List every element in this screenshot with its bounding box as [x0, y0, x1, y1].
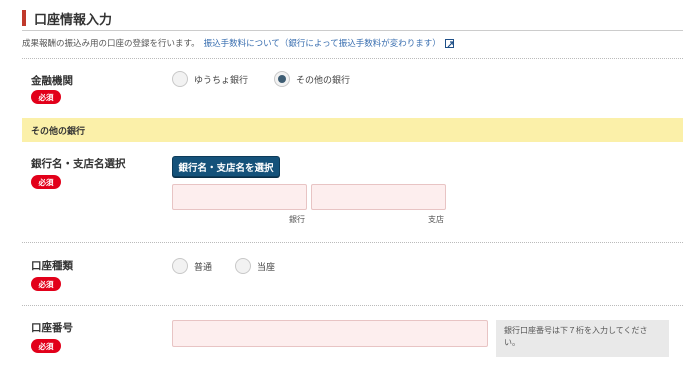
radio-checking[interactable]: 当座 — [235, 258, 275, 274]
required-badge: 必須 — [31, 90, 61, 104]
bank-name-field[interactable] — [172, 184, 307, 210]
account-number-label: 口座番号 — [31, 322, 73, 334]
branch-name-field[interactable] — [311, 184, 446, 210]
radio-ordinary[interactable]: 普通 — [172, 258, 212, 274]
required-badge: 必須 — [31, 339, 61, 353]
bank-sub-label: 銀行 — [289, 215, 305, 224]
title-divider — [22, 30, 683, 31]
select-bank-branch-button[interactable]: 銀行名・支店名を選択 — [172, 156, 280, 177]
external-link-icon[interactable] — [444, 38, 454, 48]
radio-circle-checked[interactable] — [274, 71, 290, 87]
description-text: 成果報酬の振込み用の口座の登録を行います。 — [22, 39, 200, 49]
band-title: その他の銀行 — [31, 126, 86, 137]
divider — [22, 242, 683, 243]
radio-label: その他の銀行 — [296, 75, 351, 86]
radio-label: 当座 — [257, 262, 276, 273]
divider — [22, 58, 683, 59]
radio-circle[interactable] — [235, 258, 251, 274]
account-number-hint: 銀行口座番号は下７桁を入力してください。 — [496, 320, 669, 357]
radio-circle[interactable] — [172, 258, 188, 274]
radio-other-bank[interactable]: その他の銀行 — [274, 71, 350, 87]
radio-label: 普通 — [194, 262, 213, 273]
divider — [22, 305, 683, 306]
section-description: 成果報酬の振込み用の口座の登録を行います。 振込手数料について（銀行によって振込… — [22, 37, 454, 49]
financial-institution-label: 金融機関 — [31, 75, 73, 87]
radio-yucho-bank[interactable]: ゆうちょ銀行 — [172, 71, 248, 87]
section-title: 口座情報入力 — [22, 8, 112, 28]
required-badge: 必須 — [31, 277, 61, 291]
radio-circle[interactable] — [172, 71, 188, 87]
title-accent-bar — [22, 10, 26, 26]
other-bank-band: その他の銀行 — [22, 118, 683, 142]
transfer-fee-link[interactable]: 振込手数料について（銀行によって振込手数料が変わります） — [204, 37, 441, 49]
account-number-field[interactable] — [172, 320, 488, 347]
required-badge: 必須 — [31, 175, 61, 189]
branch-sub-label: 支店 — [428, 215, 444, 224]
page-title: 口座情報入力 — [34, 12, 113, 28]
account-type-label: 口座種類 — [31, 260, 73, 272]
radio-label: ゆうちょ銀行 — [194, 75, 249, 86]
bank-branch-label: 銀行名・支店名選択 — [31, 158, 126, 170]
